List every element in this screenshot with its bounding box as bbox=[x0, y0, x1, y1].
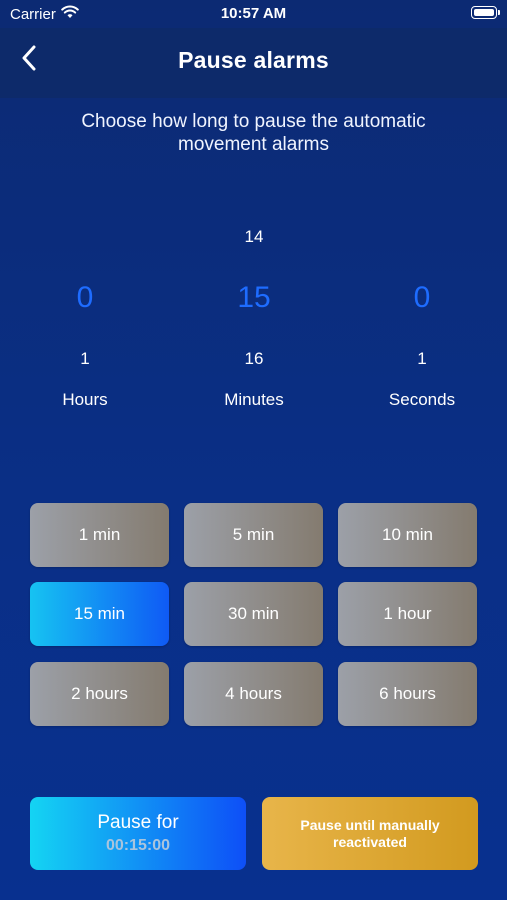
preset-1-hour-button[interactable]: 1 hour bbox=[338, 582, 477, 646]
preset-6-hours-button[interactable]: 6 hours bbox=[338, 662, 477, 726]
duration-picker[interactable]: 0 1 Hours 14 15 16 Minutes 0 1 Seconds bbox=[0, 215, 507, 415]
preset-2-hours-button[interactable]: 2 hours bbox=[30, 662, 169, 726]
preset-1-min-button[interactable]: 1 min bbox=[30, 503, 169, 567]
pause-for-duration: 00:15:00 bbox=[105, 837, 171, 854]
status-time: 10:57 AM bbox=[220, 5, 287, 22]
hours-next-value: 1 bbox=[80, 349, 90, 368]
instruction-text: Choose how long to pause the automatic m… bbox=[81, 111, 426, 155]
status-bar: Carrier 10:57 AM bbox=[0, 0, 507, 28]
hours-label: Hours bbox=[62, 390, 108, 409]
page-title: Pause alarms bbox=[178, 47, 329, 73]
preset-5-min-button[interactable]: 5 min bbox=[184, 503, 323, 567]
pause-for-button[interactable]: Pause for 00:15:00 bbox=[30, 797, 246, 870]
preset-grid: 1 min 5 min 10 min 15 min 30 min 1 hour … bbox=[30, 503, 478, 727]
seconds-next-value: 1 bbox=[417, 349, 427, 368]
preset-4-hours-button[interactable]: 4 hours bbox=[184, 662, 323, 726]
minutes-next-value: 16 bbox=[244, 349, 264, 368]
hours-selected-value: 0 bbox=[76, 281, 94, 314]
battery-icon bbox=[471, 6, 500, 19]
pause-until-manual-button[interactable]: Pause until manually reactivated bbox=[262, 797, 478, 870]
seconds-label: Seconds bbox=[388, 390, 456, 409]
nav-bar: Pause alarms bbox=[0, 28, 507, 98]
preset-10-min-button[interactable]: 10 min bbox=[338, 503, 477, 567]
minutes-prev-value: 14 bbox=[244, 227, 264, 246]
pause-for-label: Pause for bbox=[97, 812, 179, 833]
minutes-selected-value: 15 bbox=[237, 281, 271, 314]
seconds-selected-value: 0 bbox=[413, 281, 431, 314]
minutes-label: Minutes bbox=[224, 390, 284, 409]
preset-15-min-button[interactable]: 15 min bbox=[30, 582, 169, 646]
preset-30-min-button[interactable]: 30 min bbox=[184, 582, 323, 646]
